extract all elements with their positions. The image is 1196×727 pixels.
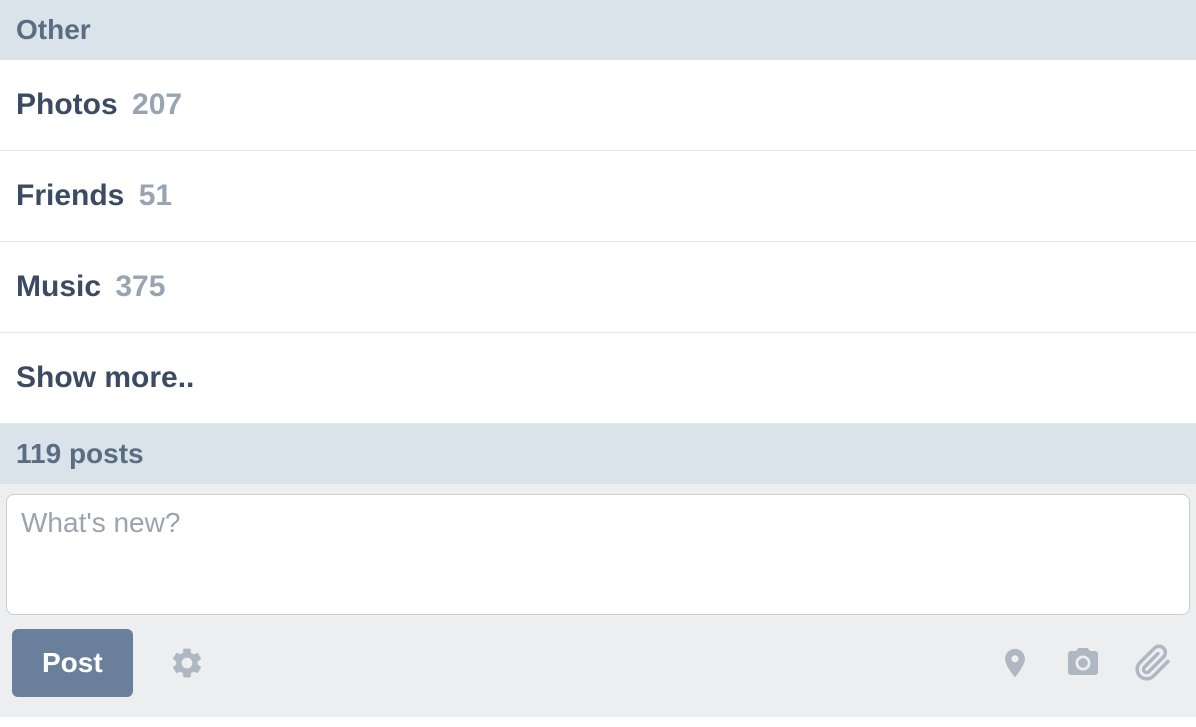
compose-right-icons — [998, 642, 1172, 684]
posts-count-label: 119 posts — [16, 438, 144, 469]
post-button-label: Post — [42, 647, 103, 678]
menu-item-music[interactable]: Music 375 — [0, 242, 1196, 333]
section-header-other: Other — [0, 0, 1196, 60]
location-icon[interactable] — [998, 642, 1032, 684]
posts-header: 119 posts — [0, 424, 1196, 484]
section-header-label: Other — [16, 14, 91, 45]
menu-item-friends[interactable]: Friends 51 — [0, 151, 1196, 242]
camera-icon[interactable] — [1062, 645, 1104, 681]
menu-item-label: Show more.. — [16, 361, 194, 394]
attachment-icon[interactable] — [1134, 642, 1172, 684]
menu-item-label: Photos — [16, 88, 118, 121]
menu-item-count: 375 — [115, 270, 165, 303]
menu-item-show-more[interactable]: Show more.. — [0, 333, 1196, 424]
compose-input[interactable] — [21, 507, 1175, 597]
menu-item-label: Music — [16, 270, 101, 303]
menu-item-count: 207 — [132, 88, 182, 121]
compose-area: Post — [0, 484, 1196, 717]
menu-item-count: 51 — [139, 179, 172, 212]
menu-item-photos[interactable]: Photos 207 — [0, 60, 1196, 151]
post-button[interactable]: Post — [12, 629, 133, 697]
menu-item-label: Friends — [16, 179, 124, 212]
compose-textarea-wrapper — [6, 494, 1190, 615]
gear-icon[interactable] — [169, 645, 205, 681]
compose-toolbar: Post — [6, 615, 1190, 711]
